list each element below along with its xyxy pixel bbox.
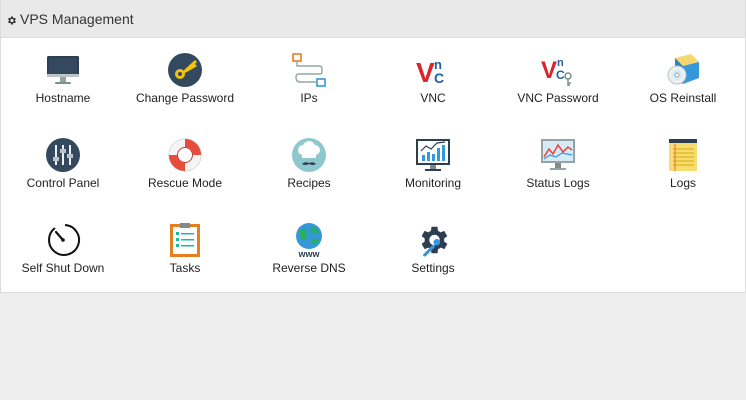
tile-reverse-dns[interactable]: www Reverse DNS xyxy=(247,208,371,288)
tile-label: Monitoring xyxy=(404,176,462,190)
notepad-icon xyxy=(665,137,701,173)
tile-rescue-mode[interactable]: Rescue Mode xyxy=(123,123,247,203)
tile-tasks[interactable]: Tasks xyxy=(123,208,247,288)
svg-text:V: V xyxy=(541,57,557,84)
panel-title: VPS Management xyxy=(20,10,134,27)
lifebuoy-icon xyxy=(167,137,203,173)
control-panel-sliders-icon xyxy=(45,137,81,173)
tile-label: Change Password xyxy=(135,91,235,105)
tile-label: Hostname xyxy=(35,91,91,105)
tile-label: VNC Password xyxy=(517,91,599,105)
settings-gear-wrench-icon xyxy=(415,222,451,258)
key-icon xyxy=(167,52,203,88)
tile-control-panel[interactable]: Control Panel xyxy=(1,123,125,203)
tile-self-shut-down[interactable]: Self Shut Down xyxy=(1,208,125,288)
svg-text:V: V xyxy=(416,57,435,88)
svg-text:C: C xyxy=(434,70,444,86)
tile-ips[interactable]: IPs xyxy=(247,38,371,118)
tile-label: VNC xyxy=(420,91,446,105)
tile-label: OS Reinstall xyxy=(649,91,717,105)
tile-os-reinstall[interactable]: OS Reinstall xyxy=(621,38,745,118)
panel-header: VPS Management xyxy=(1,0,745,38)
disc-install-icon xyxy=(665,52,701,88)
tile-label: Self Shut Down xyxy=(21,261,105,275)
network-ips-icon xyxy=(291,52,327,88)
tile-settings[interactable]: Settings xyxy=(371,208,495,288)
globe-www-icon: www xyxy=(291,222,327,259)
chef-hat-icon xyxy=(291,137,327,173)
tile-label: Settings xyxy=(411,261,455,275)
monitoring-chart-icon xyxy=(415,137,451,173)
svg-text:www: www xyxy=(297,249,320,258)
tile-recipes[interactable]: Recipes xyxy=(247,123,371,203)
clipboard-tasks-icon xyxy=(167,222,203,258)
vnc-password-icon: V n C xyxy=(540,52,576,88)
tile-label: Logs xyxy=(669,176,697,190)
timer-gauge-icon xyxy=(45,222,81,258)
tile-label: Rescue Mode xyxy=(147,176,223,190)
vnc-icon: V n C xyxy=(415,52,451,88)
gear-icon xyxy=(6,13,17,25)
status-logs-chart-icon xyxy=(540,137,576,173)
tile-status-logs[interactable]: Status Logs xyxy=(496,123,620,203)
tile-label: Tasks xyxy=(169,261,201,275)
monitor-icon xyxy=(45,52,81,88)
svg-text:C: C xyxy=(556,68,565,82)
tile-label: Reverse DNS xyxy=(272,261,346,275)
tile-label: Status Logs xyxy=(526,176,590,190)
tile-vnc[interactable]: V n C VNC xyxy=(371,38,495,118)
tile-label: Recipes xyxy=(287,176,331,190)
tile-label: Control Panel xyxy=(26,176,100,190)
tile-monitoring[interactable]: Monitoring xyxy=(371,123,495,203)
tile-change-password[interactable]: Change Password xyxy=(123,38,247,118)
tile-vnc-password[interactable]: V n C VNC Password xyxy=(496,38,620,118)
tile-hostname[interactable]: Hostname xyxy=(1,38,125,118)
tile-label: IPs xyxy=(300,91,318,105)
tile-logs[interactable]: Logs xyxy=(621,123,745,203)
vps-management-panel: VPS Management Hostname Change Password … xyxy=(0,0,746,293)
